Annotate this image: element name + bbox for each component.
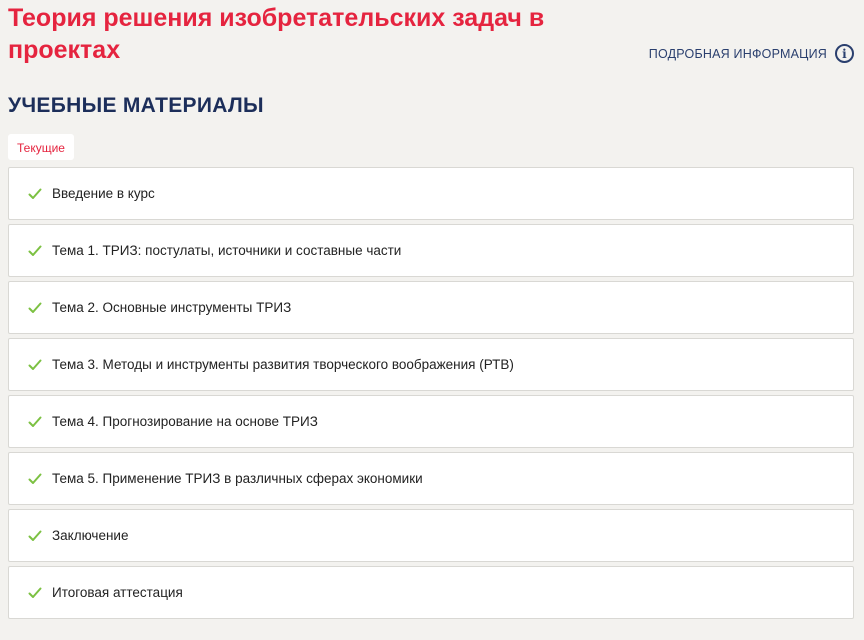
checkmark-icon: [27, 357, 43, 373]
material-item[interactable]: Заключение: [8, 509, 854, 562]
material-item-label: Тема 3. Методы и инструменты развития тв…: [52, 357, 514, 372]
material-item-label: Введение в курс: [52, 186, 155, 201]
material-item[interactable]: Введение в курс: [8, 167, 854, 220]
tab-current[interactable]: Текущие: [8, 134, 74, 160]
course-title: Теория решения изобретательских задач в …: [8, 4, 545, 64]
checkmark-icon: [27, 414, 43, 430]
material-item[interactable]: Итоговая аттестация: [8, 566, 854, 619]
checkmark-icon: [27, 528, 43, 544]
material-item[interactable]: Тема 1. ТРИЗ: постулаты, источники и сос…: [8, 224, 854, 277]
material-item-label: Итоговая аттестация: [52, 585, 183, 600]
info-circle-icon[interactable]: i: [835, 44, 854, 63]
material-item-label: Тема 2. Основные инструменты ТРИЗ: [52, 300, 292, 315]
checkmark-icon: [27, 243, 43, 259]
material-item[interactable]: Тема 5. Применение ТРИЗ в различных сфер…: [8, 452, 854, 505]
material-item-label: Тема 1. ТРИЗ: постулаты, источники и сос…: [52, 243, 402, 258]
details-link-label: ПОДРОБНАЯ ИНФОРМАЦИЯ: [648, 46, 827, 61]
checkmark-icon: [27, 186, 43, 202]
details-link[interactable]: ПОДРОБНАЯ ИНФОРМАЦИЯ i: [649, 44, 854, 63]
material-item-label: Тема 5. Применение ТРИЗ в различных сфер…: [52, 471, 423, 486]
checkmark-icon: [27, 300, 43, 316]
material-item[interactable]: Тема 2. Основные инструменты ТРИЗ: [8, 281, 854, 334]
materials-list: Введение в курс Тема 1. ТРИЗ: постулаты,…: [8, 167, 854, 619]
material-item-label: Заключение: [52, 528, 129, 543]
checkmark-icon: [27, 585, 43, 601]
material-item[interactable]: Тема 3. Методы и инструменты развития тв…: [8, 338, 854, 391]
section-heading: УЧЕБНЫЕ МАТЕРИАЛЫ: [8, 94, 264, 117]
checkmark-icon: [27, 471, 43, 487]
material-item-label: Тема 4. Прогнозирование на основе ТРИЗ: [52, 414, 318, 429]
material-item[interactable]: Тема 4. Прогнозирование на основе ТРИЗ: [8, 395, 854, 448]
